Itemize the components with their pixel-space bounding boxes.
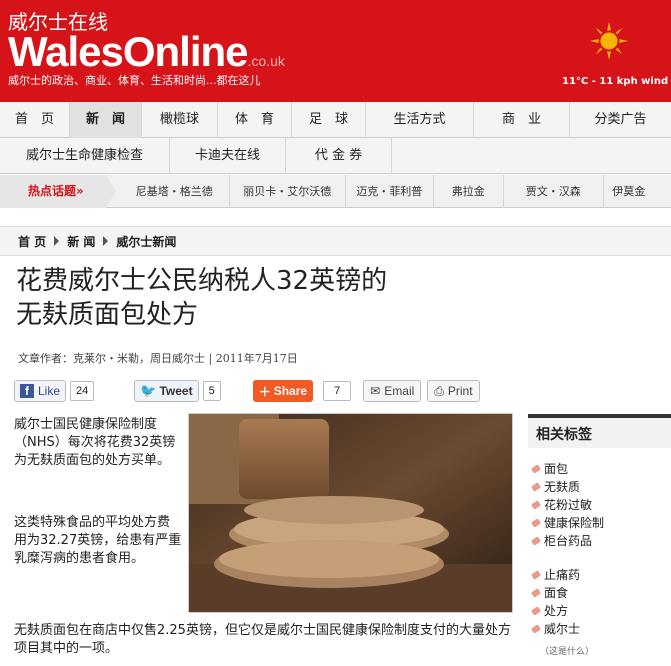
tag-icon bbox=[531, 624, 541, 634]
print-label: Print bbox=[447, 384, 473, 398]
nav-football[interactable]: 足 球 bbox=[292, 102, 366, 138]
article-paragraph: 无麸质面包在商店中仅售2.25英镑，但它仅是威尔士国民健康保险制度支付的大量处方… bbox=[14, 623, 511, 656]
breadcrumb-arrow-icon bbox=[103, 236, 109, 246]
nav-cardiff-online[interactable]: 卡迪夫在线 bbox=[170, 138, 286, 174]
nav-rugby[interactable]: 橄榄球 bbox=[142, 102, 218, 138]
nav-classifieds[interactable]: 分类广告 bbox=[570, 102, 671, 138]
tag-list: 止痛药 面食 处方 威尔士 bbox=[528, 550, 671, 638]
tag-item[interactable]: 处方 bbox=[531, 602, 671, 620]
share-bar: f Like 24 🐦 Tweet 5 ＋ Share 7 ✉ Email ⎙ Print bbox=[14, 380, 480, 402]
sub-nav: 威尔士生命健康检查 卡迪夫在线 代 金 券 bbox=[0, 138, 671, 174]
nav-home[interactable]: 首 页 bbox=[0, 102, 70, 138]
tag-item[interactable]: 面食 bbox=[531, 584, 671, 602]
twitter-bird-icon: 🐦 bbox=[140, 383, 157, 398]
logo-text: WalesOnline bbox=[8, 28, 249, 75]
hot-topic-item[interactable]: 尼基塔・格兰德 bbox=[120, 174, 230, 208]
tag-item[interactable]: 止痛药 bbox=[531, 566, 671, 584]
hot-topic-item[interactable]: 丽贝卡・艾尔沃德 bbox=[230, 174, 346, 208]
related-tags-title: 相关标签 bbox=[528, 414, 671, 448]
email-button[interactable]: ✉ Email bbox=[363, 380, 422, 402]
facebook-icon: f bbox=[20, 384, 34, 398]
share-label: Share bbox=[273, 384, 308, 398]
tag-list: 面包 无麸质 花粉过敏 健康保险制 柜台药品 bbox=[528, 448, 671, 550]
tag-item[interactable]: 无麸质 bbox=[531, 478, 671, 496]
tag-icon bbox=[531, 464, 541, 474]
hot-topic-item[interactable]: 弗拉金 bbox=[434, 174, 504, 208]
tag-icon bbox=[531, 606, 541, 616]
tag-item[interactable]: 威尔士 bbox=[531, 620, 671, 638]
site-tagline: 威尔士的政治、商业、体育、生活和时尚...都在这儿 bbox=[8, 74, 261, 87]
hot-topic-item[interactable]: 伊莫金 bbox=[604, 175, 654, 208]
breadcrumb-wales-news[interactable]: 威尔士新闻 bbox=[116, 233, 176, 250]
tweet-count: 5 bbox=[202, 381, 221, 401]
hot-topic-item[interactable]: 迈克・菲利普 bbox=[346, 174, 434, 208]
tag-label: 健康保险制 bbox=[544, 516, 605, 530]
breadcrumb-home[interactable]: 首 页 bbox=[18, 233, 46, 250]
article-title: 花费威尔士公民纳税人32英镑的 无麸质面包处方 bbox=[16, 264, 536, 332]
share-count: 7 bbox=[323, 381, 352, 401]
breadcrumb: 首 页 新 闻 威尔士新闻 bbox=[0, 226, 671, 256]
email-label: Email bbox=[384, 384, 415, 398]
hot-topics-bar: 热点话题» 尼基塔・格兰德 丽贝卡・艾尔沃德 迈克・菲利普 弗拉金 贾文・汉森 … bbox=[0, 174, 671, 208]
nav-sport[interactable]: 体 育 bbox=[218, 102, 292, 138]
nav-news[interactable]: 新 闻 bbox=[70, 102, 142, 138]
weather-readout: 11°C - 11 kph wind bbox=[562, 76, 669, 87]
main-nav: 首 页 新 闻 橄榄球 体 育 足 球 生活方式 商 业 分类广告 bbox=[0, 102, 671, 138]
share-plus-icon: ＋ bbox=[258, 384, 271, 399]
tag-label: 花粉过敏 bbox=[544, 498, 593, 512]
facebook-like-button[interactable]: f Like bbox=[14, 380, 67, 402]
tag-label: 处方 bbox=[544, 604, 569, 618]
like-count: 24 bbox=[70, 381, 95, 401]
breadcrumb-news[interactable]: 新 闻 bbox=[67, 233, 95, 250]
tag-label: 威尔士 bbox=[544, 622, 581, 636]
site-header: 威尔士在线 WalesOnline.co.uk 威尔士的政治、商业、体育、生活和… bbox=[0, 0, 671, 102]
tag-icon bbox=[531, 482, 541, 492]
logo-domain: .co.uk bbox=[247, 53, 285, 69]
envelope-icon: ✉ bbox=[370, 384, 381, 398]
hot-topic-item[interactable]: 贾文・汉森 bbox=[504, 174, 604, 208]
tag-item[interactable]: 花粉过敏 bbox=[531, 496, 671, 514]
article-photo-bread bbox=[188, 413, 513, 613]
sun-icon bbox=[590, 22, 628, 60]
article-paragraph: 这类特殊食品的平均处方费用为32.27英镑，给患有严重乳糜泻病的患者食用。 bbox=[14, 515, 182, 566]
tag-label: 面包 bbox=[544, 462, 569, 476]
tag-icon bbox=[531, 570, 541, 580]
tag-label: 柜台药品 bbox=[544, 534, 593, 548]
tweet-label: Tweet bbox=[159, 384, 193, 398]
tag-icon bbox=[531, 588, 541, 598]
hot-topics-label: 热点话题» bbox=[0, 174, 116, 208]
whats-this-link[interactable]: （这是什么） bbox=[528, 644, 671, 657]
print-button[interactable]: ⎙ Print bbox=[427, 380, 480, 402]
article-title-line2: 无麸质面包处方 bbox=[16, 300, 199, 330]
printer-icon: ⎙ bbox=[434, 383, 444, 398]
article-title-line1: 花费威尔士公民纳税人32英镑的 bbox=[16, 266, 388, 296]
tag-item[interactable]: 柜台药品 bbox=[531, 532, 671, 550]
tag-icon bbox=[531, 500, 541, 510]
site-logo[interactable]: WalesOnline.co.uk bbox=[8, 28, 285, 76]
nav-health-check[interactable]: 威尔士生命健康检查 bbox=[0, 138, 170, 174]
nav-vouchers[interactable]: 代 金 券 bbox=[286, 138, 392, 174]
share-button[interactable]: ＋ Share bbox=[252, 380, 314, 402]
tag-label: 面食 bbox=[544, 586, 569, 600]
related-tags-sidebar: 相关标签 面包 无麸质 花粉过敏 健康保险制 柜台药品 止痛药 面食 处方 威尔… bbox=[528, 414, 671, 657]
tag-item[interactable]: 健康保险制 bbox=[531, 514, 671, 532]
tweet-button[interactable]: 🐦 Tweet bbox=[134, 380, 199, 402]
tag-item[interactable]: 面包 bbox=[531, 460, 671, 478]
breadcrumb-arrow-icon bbox=[54, 236, 60, 246]
article-paragraph: 威尔士国民健康保险制度（NHS）每次将花费32英镑为无麸质面包的处方买单。 bbox=[14, 417, 176, 468]
nav-lifestyle[interactable]: 生活方式 bbox=[366, 102, 474, 138]
article-byline: 文章作者：克莱尔・米勒，周日威尔士 | 2011年7月17日 bbox=[18, 352, 298, 365]
nav-business[interactable]: 商 业 bbox=[474, 102, 570, 138]
like-label: Like bbox=[38, 384, 61, 398]
tag-label: 无麸质 bbox=[544, 480, 581, 494]
bread-photo-image bbox=[189, 414, 512, 612]
tag-icon bbox=[531, 536, 541, 546]
tag-icon bbox=[531, 518, 541, 528]
tag-label: 止痛药 bbox=[544, 568, 581, 582]
